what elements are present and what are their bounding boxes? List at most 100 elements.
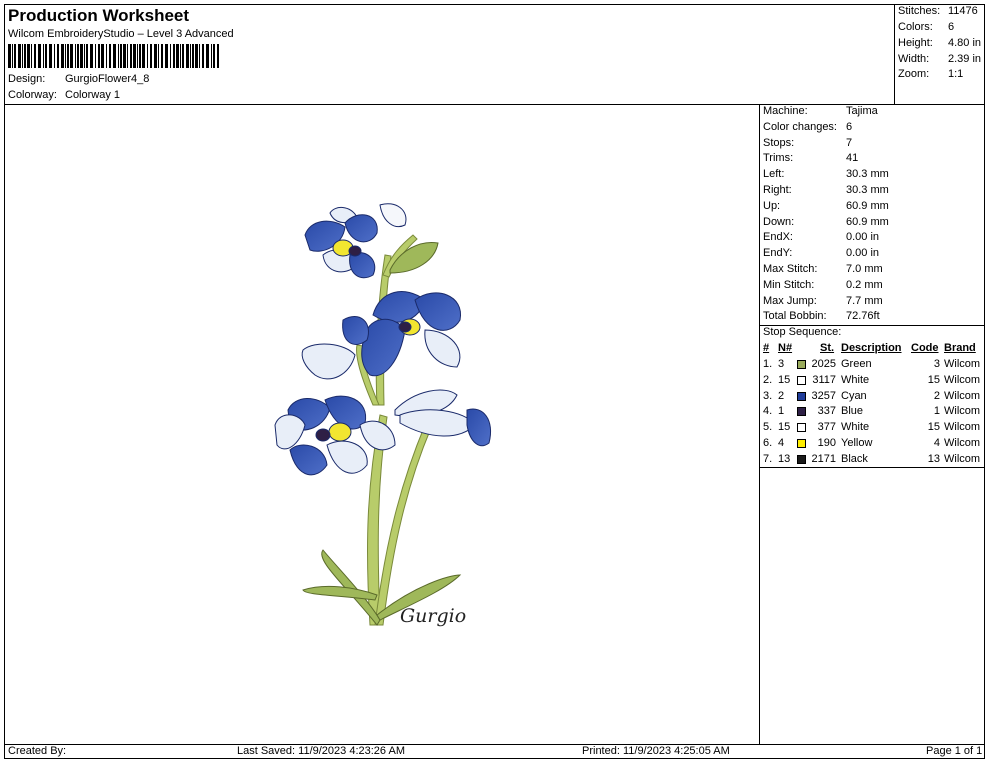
colorway-row: Colorway: Colorway 1 <box>8 88 120 103</box>
col-code-header: Code <box>911 342 939 354</box>
flower-middle <box>301 291 461 380</box>
footer-divider <box>4 744 985 745</box>
machine-info-value: 7.7 mm <box>846 294 883 307</box>
design-name-row: Design: GurgioFlower4_8 <box>8 72 149 87</box>
summary-label: Height: <box>898 37 933 49</box>
machine-info-row: Down: 60.9 mm <box>763 215 889 230</box>
machine-info-row: Max Jump: 7.7 mm <box>763 294 883 309</box>
design-label: Design: <box>8 73 46 85</box>
machine-info-label: EndX: <box>763 231 793 244</box>
machine-info-value: Tajima <box>846 105 878 117</box>
summary-label: Zoom: <box>898 68 930 80</box>
stop-stitches: 337 <box>817 405 836 418</box>
stop-code: 3 <box>933 358 940 370</box>
stop-description: Green <box>841 358 872 370</box>
machine-info-row: Trims: 41 <box>763 151 858 166</box>
stop-description: Blue <box>841 405 864 418</box>
stop-num: 6. <box>763 437 773 449</box>
stop-brand: Wilcom <box>944 452 981 465</box>
stop-stitches: 2171 <box>811 452 836 465</box>
machine-info-label: Machine: <box>763 105 808 117</box>
machine-info-row: Up: 60.9 mm <box>763 199 889 214</box>
machine-info-value: 0.00 in <box>846 247 880 260</box>
stop-stitches: 377 <box>817 421 836 434</box>
machine-info-label: Right: <box>763 184 792 196</box>
col-brand-header: Brand <box>944 342 976 354</box>
stop-code: 2 <box>933 389 940 402</box>
machine-info-label: Down: <box>763 215 795 228</box>
machine-info-row: Right: 30.3 mm <box>763 183 889 198</box>
stop-stitches: 3117 <box>812 373 836 386</box>
stop-needle: 15 <box>778 421 791 434</box>
color-swatch <box>797 375 806 385</box>
machine-info-value: 6 <box>846 120 853 133</box>
machine-info-label: Min Stitch: <box>763 278 815 291</box>
stop-needle: 4 <box>778 437 785 449</box>
summary-label: Width: <box>898 53 930 65</box>
page-title: Production Worksheet <box>8 6 190 25</box>
barcode <box>8 44 219 68</box>
stop-code: 15 <box>927 373 940 386</box>
machine-info-value: 30.3 mm <box>846 168 889 181</box>
machine-info-value: 7.0 mm <box>846 263 883 275</box>
colorway-value: Colorway 1 <box>65 89 121 101</box>
stop-brand: Wilcom <box>944 373 981 386</box>
stop-num: 7. <box>763 452 773 465</box>
color-swatch <box>797 407 806 417</box>
design-value: GurgioFlower4_8 <box>65 73 150 85</box>
footer-last-saved: Last Saved: 11/9/2023 4:23:26 AM <box>237 745 405 757</box>
stop-brand: Wilcom <box>944 437 981 449</box>
machine-info-value: 0.00 in <box>846 231 880 244</box>
stop-stitches: 190 <box>817 437 836 449</box>
machine-info-label: Color changes: <box>763 120 837 133</box>
machine-info-label: Stops: <box>763 136 795 149</box>
design-preview: Gurgio <box>5 105 759 744</box>
info-panel-divider <box>759 104 760 744</box>
stop-stitches: 3257 <box>811 389 836 402</box>
stop-description: White <box>841 421 870 434</box>
machine-info-value: 72.76ft <box>846 310 880 323</box>
machine-info-label: Max Jump: <box>763 294 817 307</box>
machine-info-row: EndX: 0.00 in <box>763 230 879 245</box>
machine-info-row: Left: 30.3 mm <box>763 167 889 182</box>
machine-info-value: 30.3 mm <box>846 184 889 196</box>
machine-info-label: Max Stitch: <box>763 263 818 275</box>
summary-value: 4.80 in <box>948 37 982 49</box>
col-st-header: St. <box>820 342 835 354</box>
stop-brand: Wilcom <box>944 405 981 418</box>
machine-info-label: Up: <box>763 199 781 212</box>
stop-brand: Wilcom <box>944 358 981 370</box>
stop-num: 4. <box>763 405 773 418</box>
machine-info-label: Total Bobbin: <box>763 310 827 323</box>
stop-code: 13 <box>927 452 940 465</box>
col-num-header: # <box>763 342 770 354</box>
machine-info-label: Trims: <box>763 152 794 165</box>
app-subtitle: Wilcom EmbroideryStudio – Level 3 Advanc… <box>8 28 234 40</box>
col-n-header: N# <box>778 342 793 354</box>
summary-value: 1:1 <box>948 68 964 80</box>
stop-brand: Wilcom <box>944 389 981 402</box>
stop-description: Cyan <box>841 389 867 402</box>
summary-value: 6 <box>948 21 955 33</box>
color-swatch <box>797 360 806 369</box>
stop-needle: 2 <box>778 389 785 402</box>
stop-description: Black <box>841 452 868 465</box>
stop-num: 1. <box>763 358 773 370</box>
stop-num: 2. <box>763 373 773 386</box>
stop-sequence-title: Stop Sequence: <box>763 326 842 338</box>
footer-created-by: Created By: <box>8 745 67 757</box>
machine-info-row: Min Stitch: 0.2 mm <box>763 278 883 293</box>
color-swatch <box>797 391 806 401</box>
machine-info-value: 41 <box>846 152 859 165</box>
stop-needle: 3 <box>778 358 785 370</box>
col-desc-header: Description <box>841 342 902 354</box>
stop-code: 15 <box>927 421 940 434</box>
summary-label: Stitches: <box>898 5 941 17</box>
summary-value: 11476 <box>948 5 978 17</box>
summary-divider <box>894 4 895 104</box>
machine-info-row: Machine: Tajima <box>763 104 878 119</box>
signature-text: Gurgio <box>400 605 466 627</box>
flower-right <box>394 389 491 447</box>
stop-sequence-bottom <box>759 467 985 468</box>
summary-label: Colors: <box>898 21 933 33</box>
